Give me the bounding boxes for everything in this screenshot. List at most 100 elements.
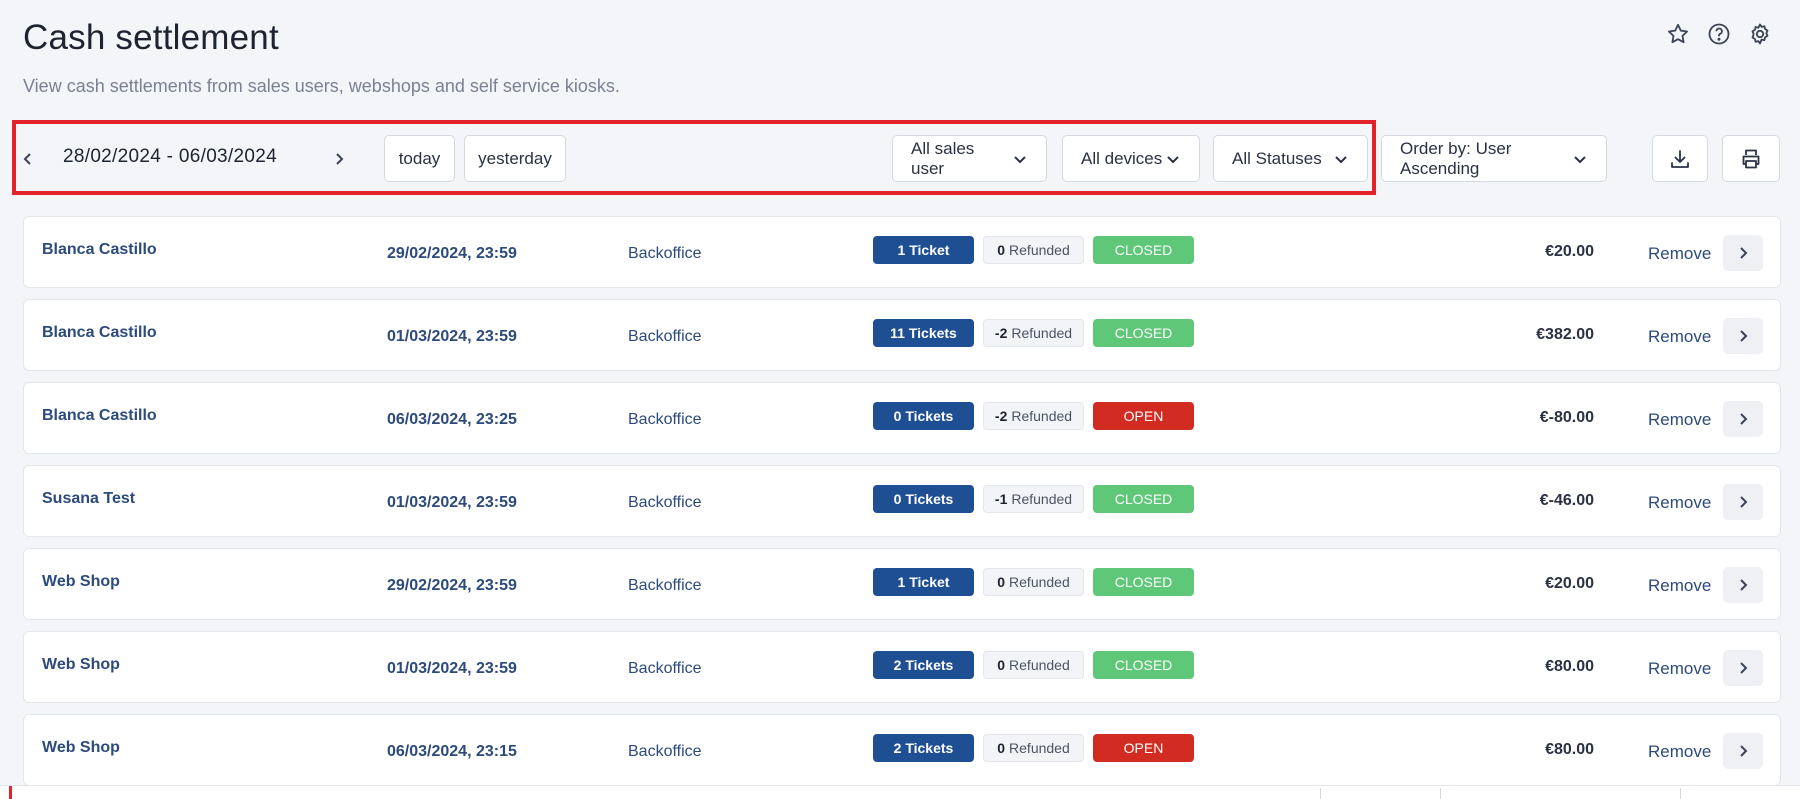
row-amount: €382.00 [1536, 326, 1594, 343]
settlement-row[interactable]: Blanca Castillo 29/02/2024, 23:59 Backof… [23, 216, 1781, 288]
refunded-badge: 0 Refunded [983, 734, 1084, 762]
settlement-row[interactable]: Blanca Castillo 06/03/2024, 23:25 Backof… [23, 382, 1781, 454]
star-icon[interactable] [1666, 22, 1690, 46]
row-detail-button[interactable] [1723, 733, 1763, 769]
row-detail-button[interactable] [1723, 484, 1763, 520]
today-button[interactable]: today [384, 135, 455, 182]
row-date: 01/03/2024, 23:59 [387, 494, 517, 511]
refunded-label: Refunded [1009, 242, 1070, 258]
row-user: Blanca Castillo [42, 407, 157, 424]
status-badge: OPEN [1093, 734, 1194, 762]
refunded-count: -2 [994, 325, 1008, 341]
chevron-down-icon [1012, 151, 1028, 167]
row-device: Backoffice [628, 245, 702, 262]
row-user: Web Shop [42, 573, 120, 590]
chevron-right-icon [1740, 579, 1748, 591]
refunded-badge: 0 Refunded [983, 568, 1084, 596]
refunded-label: Refunded [1009, 740, 1070, 756]
remove-link[interactable]: Remove [1648, 634, 1711, 704]
row-date: 29/02/2024, 23:59 [387, 245, 517, 262]
bottom-bar-divider [1320, 788, 1321, 799]
tickets-badge: 11 Tickets [873, 319, 974, 347]
refunded-label: Refunded [1009, 574, 1070, 590]
refunded-count: -2 [994, 408, 1008, 424]
printer-icon [1742, 149, 1760, 168]
sales-user-select-value: All sales user [911, 138, 975, 178]
remove-link[interactable]: Remove [1648, 302, 1711, 372]
refunded-count: 0 [997, 242, 1006, 258]
bottom-bar-divider [1680, 788, 1681, 799]
row-date: 01/03/2024, 23:59 [387, 660, 517, 677]
yesterday-button[interactable]: yesterday [464, 135, 566, 182]
download-button[interactable] [1652, 135, 1708, 182]
date-range-picker[interactable]: 28/02/2024 - 06/03/2024 [63, 146, 277, 168]
row-user: Blanca Castillo [42, 241, 157, 258]
status-badge: CLOSED [1093, 651, 1194, 679]
top-icons [1666, 22, 1772, 46]
row-detail-button[interactable] [1723, 650, 1763, 686]
chevron-left-icon [23, 153, 31, 165]
row-amount: €-80.00 [1539, 409, 1594, 426]
tickets-badge: 0 Tickets [873, 402, 974, 430]
tickets-badge: 2 Tickets [873, 651, 974, 679]
order-by-select[interactable]: Order by: User Ascending [1381, 135, 1607, 182]
row-detail-button[interactable] [1723, 401, 1763, 437]
sales-user-select[interactable]: All sales user [892, 135, 1047, 182]
order-by-select-value: Order by: User Ascending [1400, 138, 1512, 178]
settlement-row[interactable]: Blanca Castillo 01/03/2024, 23:59 Backof… [23, 299, 1781, 371]
bottom-bar-divider [1440, 788, 1441, 799]
refunded-count: 0 [997, 657, 1006, 673]
row-device: Backoffice [628, 494, 702, 511]
status-select-value: All Statuses [1232, 148, 1322, 168]
row-detail-button[interactable] [1723, 235, 1763, 271]
remove-link[interactable]: Remove [1648, 468, 1711, 538]
help-icon[interactable] [1707, 22, 1731, 46]
tickets-badge: 0 Tickets [873, 485, 974, 513]
remove-link[interactable]: Remove [1648, 717, 1711, 787]
refunded-label: Refunded [1011, 408, 1073, 424]
status-badge: OPEN [1093, 402, 1194, 430]
status-select[interactable]: All Statuses [1213, 135, 1368, 182]
remove-link[interactable]: Remove [1648, 385, 1711, 455]
refunded-badge: 0 Refunded [983, 651, 1084, 679]
date-next-button[interactable] [327, 144, 351, 174]
refunded-count: -1 [994, 491, 1008, 507]
row-date: 29/02/2024, 23:59 [387, 577, 517, 594]
refunded-badge: -1 Refunded [983, 485, 1084, 513]
row-date: 06/03/2024, 23:25 [387, 411, 517, 428]
chevron-right-icon [1740, 330, 1748, 342]
tickets-badge: 1 Ticket [873, 568, 974, 596]
filter-toolbar: 28/02/2024 - 06/03/2024 today yesterday … [0, 120, 1800, 195]
settlement-row[interactable]: Susana Test 01/03/2024, 23:59 Backoffice… [23, 465, 1781, 537]
refunded-count: 0 [997, 740, 1006, 756]
gear-icon[interactable] [1748, 22, 1772, 46]
bottom-bar-marker [9, 786, 12, 799]
refunded-badge: -2 Refunded [983, 319, 1084, 347]
settlement-row[interactable]: Web Shop 29/02/2024, 23:59 Backoffice 1 … [23, 548, 1781, 620]
remove-link[interactable]: Remove [1648, 551, 1711, 621]
status-badge: CLOSED [1093, 319, 1194, 347]
row-detail-button[interactable] [1723, 318, 1763, 354]
devices-select-value: All devices [1081, 148, 1163, 168]
settlement-row[interactable]: Web Shop 01/03/2024, 23:59 Backoffice 2 … [23, 631, 1781, 703]
settlement-row[interactable]: Web Shop 06/03/2024, 23:15 Backoffice 2 … [23, 714, 1781, 786]
status-badge: CLOSED [1093, 236, 1194, 264]
date-prev-button[interactable] [16, 144, 40, 174]
row-detail-button[interactable] [1723, 567, 1763, 603]
print-button[interactable] [1722, 135, 1780, 182]
devices-select[interactable]: All devices [1062, 135, 1200, 182]
row-device: Backoffice [628, 743, 702, 760]
row-amount: €-46.00 [1539, 492, 1594, 509]
tickets-badge: 2 Tickets [873, 734, 974, 762]
remove-link[interactable]: Remove [1648, 219, 1711, 289]
row-user: Susana Test [42, 490, 136, 507]
chevron-right-icon [336, 153, 344, 165]
chevron-down-icon [1333, 151, 1349, 167]
row-date: 06/03/2024, 23:15 [387, 743, 517, 760]
row-device: Backoffice [628, 411, 702, 428]
refunded-badge: -2 Refunded [983, 402, 1084, 430]
refunded-label: Refunded [1011, 491, 1073, 507]
row-amount: €80.00 [1545, 741, 1594, 758]
page-title: Cash settlement [23, 18, 279, 57]
refunded-badge: 0 Refunded [983, 236, 1084, 264]
